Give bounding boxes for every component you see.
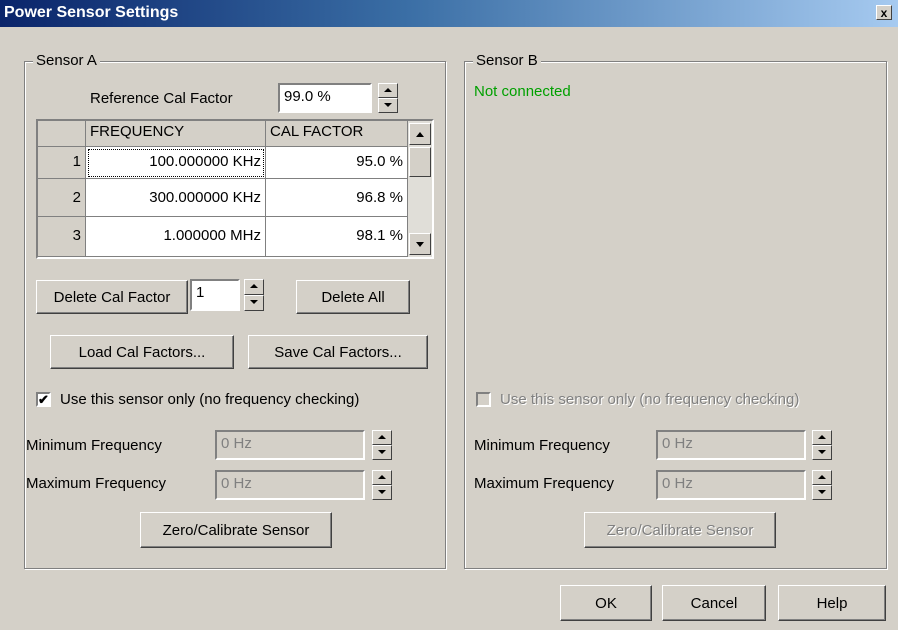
spin-down-icon[interactable]	[812, 485, 832, 500]
ref-cal-input[interactable]: 99.0 %	[278, 83, 372, 113]
row-number[interactable]: 2	[38, 179, 86, 217]
table-corner	[38, 121, 86, 147]
max-frequency-label: Maximum Frequency	[26, 475, 167, 492]
scroll-down-arrow-icon[interactable]	[409, 233, 431, 255]
spin-down-icon[interactable]	[372, 485, 392, 500]
delete-cal-factor-button[interactable]: Delete Cal Factor	[36, 280, 188, 314]
table-cell-frequency[interactable]: 100.000000 KHz	[86, 147, 266, 179]
delete-index-spinner[interactable]	[244, 279, 264, 311]
min-frequency-input-b[interactable]: 0 Hz	[656, 430, 806, 460]
zero-calibrate-sensor-button-b[interactable]: Zero/Calibrate Sensor	[584, 512, 776, 548]
spin-up-icon[interactable]	[372, 430, 392, 445]
row-number[interactable]: 1	[38, 147, 86, 179]
max-frequency-spinner[interactable]	[372, 470, 392, 500]
row-number[interactable]: 3	[38, 217, 86, 257]
save-cal-factors-button[interactable]: Save Cal Factors...	[248, 335, 428, 369]
max-frequency-label-b: Maximum Frequency	[474, 475, 615, 492]
min-frequency-label-b: Minimum Frequency	[474, 437, 610, 454]
spin-down-icon[interactable]	[244, 295, 264, 311]
spin-up-icon[interactable]	[244, 279, 264, 295]
sensor-b-legend: Sensor B	[473, 52, 541, 69]
delete-all-button[interactable]: Delete All	[296, 280, 410, 314]
delete-cal-index-input[interactable]: 1	[190, 279, 240, 311]
help-button[interactable]: Help	[778, 585, 886, 621]
min-frequency-input[interactable]: 0 Hz	[215, 430, 365, 460]
ref-cal-label: Reference Cal Factor	[90, 90, 233, 107]
table-cell-frequency[interactable]: 1.000000 MHz	[86, 217, 266, 257]
use-sensor-only-label-b[interactable]: Use this sensor only (no frequency check…	[500, 391, 799, 408]
zero-calibrate-sensor-button[interactable]: Zero/Calibrate Sensor	[140, 512, 332, 548]
title-bar: Power Sensor Settings x	[0, 0, 898, 27]
spin-down-icon[interactable]	[372, 445, 392, 460]
sensor-b-status: Not connected	[474, 83, 571, 100]
table-scrollbar[interactable]	[408, 121, 432, 257]
spin-up-icon[interactable]	[372, 470, 392, 485]
header-frequency[interactable]: FREQUENCY	[86, 121, 266, 147]
spin-up-icon[interactable]	[812, 470, 832, 485]
ref-cal-spinner[interactable]	[378, 83, 398, 113]
use-sensor-only-label[interactable]: Use this sensor only (no frequency check…	[60, 391, 359, 408]
cal-factor-table[interactable]: FREQUENCY CAL FACTOR 1 100.000000 KHz 95…	[36, 119, 434, 259]
header-cal-factor[interactable]: CAL FACTOR	[266, 121, 408, 147]
close-icon[interactable]: x	[876, 5, 892, 20]
sensor-a-legend: Sensor A	[33, 52, 100, 69]
window-title: Power Sensor Settings	[4, 4, 179, 21]
max-frequency-input-b[interactable]: 0 Hz	[656, 470, 806, 500]
scroll-up-arrow-icon[interactable]	[409, 123, 431, 145]
table-cell-cal-factor[interactable]: 95.0 %	[266, 147, 408, 179]
max-frequency-spinner-b[interactable]	[812, 470, 832, 500]
min-frequency-spinner-b[interactable]	[812, 430, 832, 460]
spin-down-icon[interactable]	[812, 445, 832, 460]
spin-down-icon[interactable]	[378, 98, 398, 113]
spin-up-icon[interactable]	[812, 430, 832, 445]
min-frequency-spinner[interactable]	[372, 430, 392, 460]
min-frequency-label: Minimum Frequency	[26, 437, 162, 454]
ok-button[interactable]: OK	[560, 585, 652, 621]
table-cell-frequency[interactable]: 300.000000 KHz	[86, 179, 266, 217]
use-sensor-only-checkbox[interactable]: ✔	[36, 392, 51, 407]
scroll-thumb[interactable]	[409, 147, 431, 177]
max-frequency-input[interactable]: 0 Hz	[215, 470, 365, 500]
load-cal-factors-button[interactable]: Load Cal Factors...	[50, 335, 234, 369]
spin-up-icon[interactable]	[378, 83, 398, 98]
use-sensor-only-checkbox-b[interactable]	[476, 392, 491, 407]
table-cell-cal-factor[interactable]: 98.1 %	[266, 217, 408, 257]
table-cell-cal-factor[interactable]: 96.8 %	[266, 179, 408, 217]
cancel-button[interactable]: Cancel	[662, 585, 766, 621]
